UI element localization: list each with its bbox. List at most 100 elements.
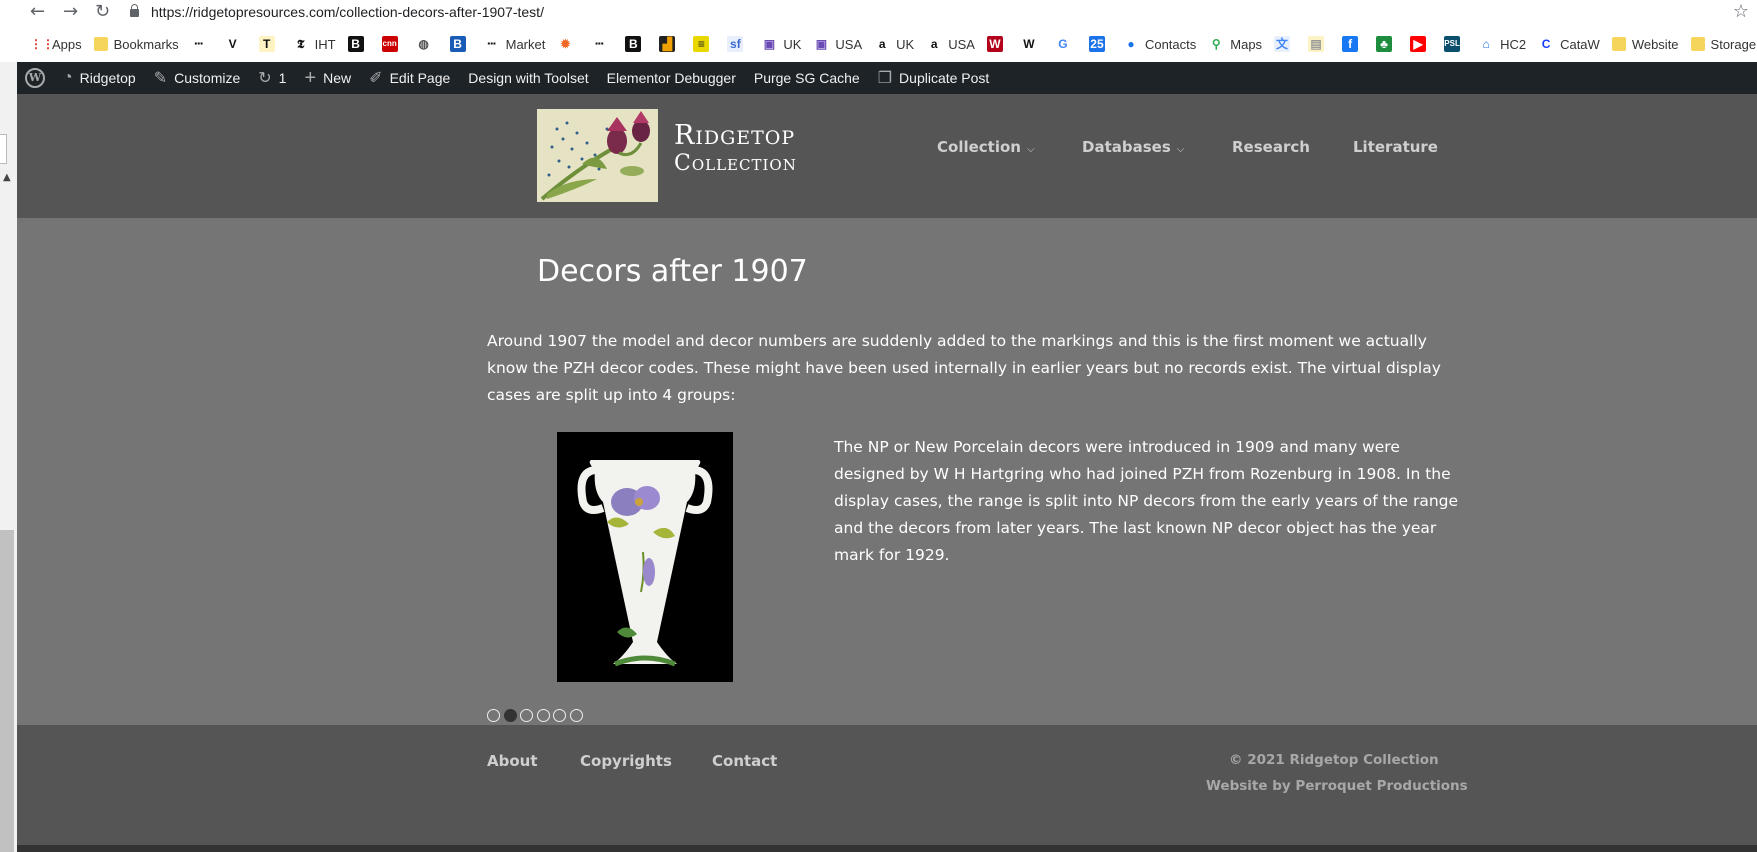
bookmark-iht[interactable]: 𝕿 IHT (293, 36, 336, 52)
contacts-icon: ● (1127, 37, 1135, 51)
slider-dot-2[interactable] (503, 709, 517, 722)
slider-dot-4[interactable] (536, 709, 550, 722)
bookmark-sf[interactable]: sf (727, 36, 749, 52)
folder-icon (1611, 37, 1626, 51)
footer-copyright: © 2021 Ridgetop Collection (1229, 752, 1439, 768)
bookmark-youtube[interactable]: ▶ (1410, 36, 1432, 52)
admin-edit-page[interactable]: ✐ Edit Page (369, 68, 450, 88)
bookmark-uk[interactable]: ▣ UK (761, 36, 802, 52)
green-icon: ♣ (1376, 36, 1393, 52)
admin-updates[interactable]: ↻ 1 (258, 68, 286, 88)
bbc-icon: ▪▪▪ (487, 39, 496, 48)
admin-purge-cache[interactable]: Purge SG Cache (754, 70, 860, 86)
wp-admin-bar: W ◔ Ridgetop ✎ Customize ↻ 1 + New ✐ Edit Pag… (17, 62, 1757, 94)
bookmark-label: Bookmarks (113, 36, 179, 52)
bookmark-b[interactable]: B (347, 36, 370, 52)
slider-dot-1[interactable] (487, 709, 500, 722)
bookmark-usa[interactable]: a USA (926, 36, 975, 52)
bookmark-v[interactable]: V (225, 36, 247, 52)
scrollbar-track[interactable] (0, 530, 14, 852)
admin-toolset[interactable]: Design with Toolset (468, 70, 588, 86)
footer-credit[interactable]: Website by Perroquet Productions (1206, 778, 1468, 794)
bookmark-star-icon[interactable]: ☆ (1733, 1, 1749, 22)
plus-icon: + (304, 66, 317, 89)
np-vase-image[interactable] (557, 432, 733, 682)
bookmark-bookmarks[interactable]: Bookmarks (93, 36, 179, 52)
bookmark-notes[interactable]: ▤ (1308, 36, 1330, 52)
bookmark-contacts[interactable]: ● Contacts (1123, 36, 1196, 52)
bookmark-globe[interactable]: ◍ (416, 36, 438, 52)
bookmark-calendar[interactable]: 25 (1088, 36, 1111, 52)
bookmark-b-blue[interactable]: B (449, 36, 472, 52)
bookmark-bbc[interactable]: ▪▪▪ (191, 36, 213, 52)
bookmark-translate[interactable]: 文 (1274, 36, 1296, 52)
chevron-down-icon: ⌵ (1176, 144, 1185, 155)
footer-link-contact[interactable]: Contact (712, 752, 777, 770)
b-blue-icon: B (449, 36, 466, 52)
admin-elementor[interactable]: Elementor Debugger (607, 70, 736, 86)
forward-arrow-icon[interactable]: → (63, 2, 78, 22)
bookmark-cataw[interactable]: C CataW (1538, 36, 1600, 52)
site-footer (17, 725, 1757, 845)
bookmark-w-red[interactable]: W (986, 36, 1009, 52)
bookmark-green[interactable]: ♣ (1376, 36, 1398, 52)
bookmark-stripes[interactable]: ≡ (693, 36, 715, 52)
bookmark-hc2[interactable]: ⌂ HC2 (1478, 36, 1526, 52)
bookmark-market[interactable]: ▪▪▪ Market (484, 36, 545, 52)
bookmark-label: CataW (1560, 36, 1600, 52)
admin-customize[interactable]: ✎ Customize (154, 68, 241, 88)
globe-icon: ◍ (418, 37, 429, 51)
bookmark-b[interactable]: B (625, 36, 647, 52)
site-title[interactable]: Ridgetop Collection (674, 120, 797, 176)
bookmark-orange[interactable]: ✹ (557, 36, 579, 52)
stripes-icon: ≡ (693, 36, 710, 52)
site-logo-thistle-image[interactable] (537, 109, 658, 202)
nav-collection[interactable]: Collection ⌵ (937, 138, 1035, 156)
back-arrow-icon[interactable]: ← (30, 2, 45, 22)
w-red-icon: W (986, 36, 1003, 52)
bookmark-t[interactable]: T (258, 36, 281, 52)
bookmark-google[interactable]: G (1055, 36, 1077, 52)
bookmark-website[interactable]: Website (1611, 37, 1679, 52)
slider-dot-3[interactable] (520, 709, 533, 722)
bookmark-psl[interactable]: PSL (1444, 36, 1466, 52)
bookmark-label: USA (835, 36, 863, 52)
bookmark-apps[interactable]: ⋮⋮ Apps (30, 36, 82, 52)
bookmark-wikipedia[interactable]: W (1021, 36, 1043, 52)
facebook-icon: f (1342, 36, 1359, 52)
nav-literature[interactable]: Literature (1353, 138, 1438, 156)
chevron-up-icon[interactable]: ▲ (3, 172, 11, 183)
folder-icon (1690, 37, 1705, 51)
bookmark-label: UK (783, 36, 802, 52)
wordpress-logo-icon[interactable]: W (25, 68, 45, 88)
bag-icon: ▣ (815, 37, 828, 51)
bookmark-facebook[interactable]: f (1342, 36, 1364, 52)
admin-duplicate-post[interactable]: ❐ Duplicate Post (878, 68, 990, 88)
slider-dot-6[interactable] (569, 709, 583, 722)
reload-icon[interactable]: ↻ (95, 2, 110, 22)
bookmark-label: HC2 (1500, 36, 1527, 52)
slider-dot-5[interactable] (553, 709, 566, 722)
brush-icon: ✎ (153, 70, 168, 87)
bookmark-usa[interactable]: ▣ USA (813, 36, 862, 52)
nav-research[interactable]: Research (1232, 138, 1310, 156)
amazon-icon: a (878, 37, 886, 51)
nav-databases[interactable]: Databases ⌵ (1082, 138, 1184, 156)
bookmark-maps[interactable]: ⚲ Maps (1208, 36, 1262, 52)
admin-site-name[interactable]: ◔ Ridgetop (63, 69, 136, 87)
site-title-line2: Collection (674, 151, 797, 177)
bookmark-bbc[interactable]: ▪▪▪ (591, 36, 613, 52)
np-decors-paragraph: The NP or New Porcelain decors were intr… (834, 438, 1459, 564)
footer-link-copyrights[interactable]: Copyrights (580, 752, 672, 770)
admin-new[interactable]: + New (304, 67, 351, 90)
bookmark-uk[interactable]: a UK (874, 36, 914, 52)
bbc-icon: ▪▪▪ (194, 39, 203, 48)
google-icon: G (1058, 37, 1068, 51)
bookmark-chart[interactable]: ▟ (659, 36, 681, 52)
bookmark-label: Maps (1230, 36, 1263, 52)
bookmark-cnn[interactable]: cnn (381, 36, 404, 52)
bookmark-label: Contacts (1144, 36, 1197, 52)
address-bar[interactable]: https://ridgetopresources.com/collection… (130, 2, 544, 22)
footer-link-about[interactable]: About (487, 752, 538, 770)
bookmark-storage[interactable]: Storage (1690, 37, 1756, 52)
